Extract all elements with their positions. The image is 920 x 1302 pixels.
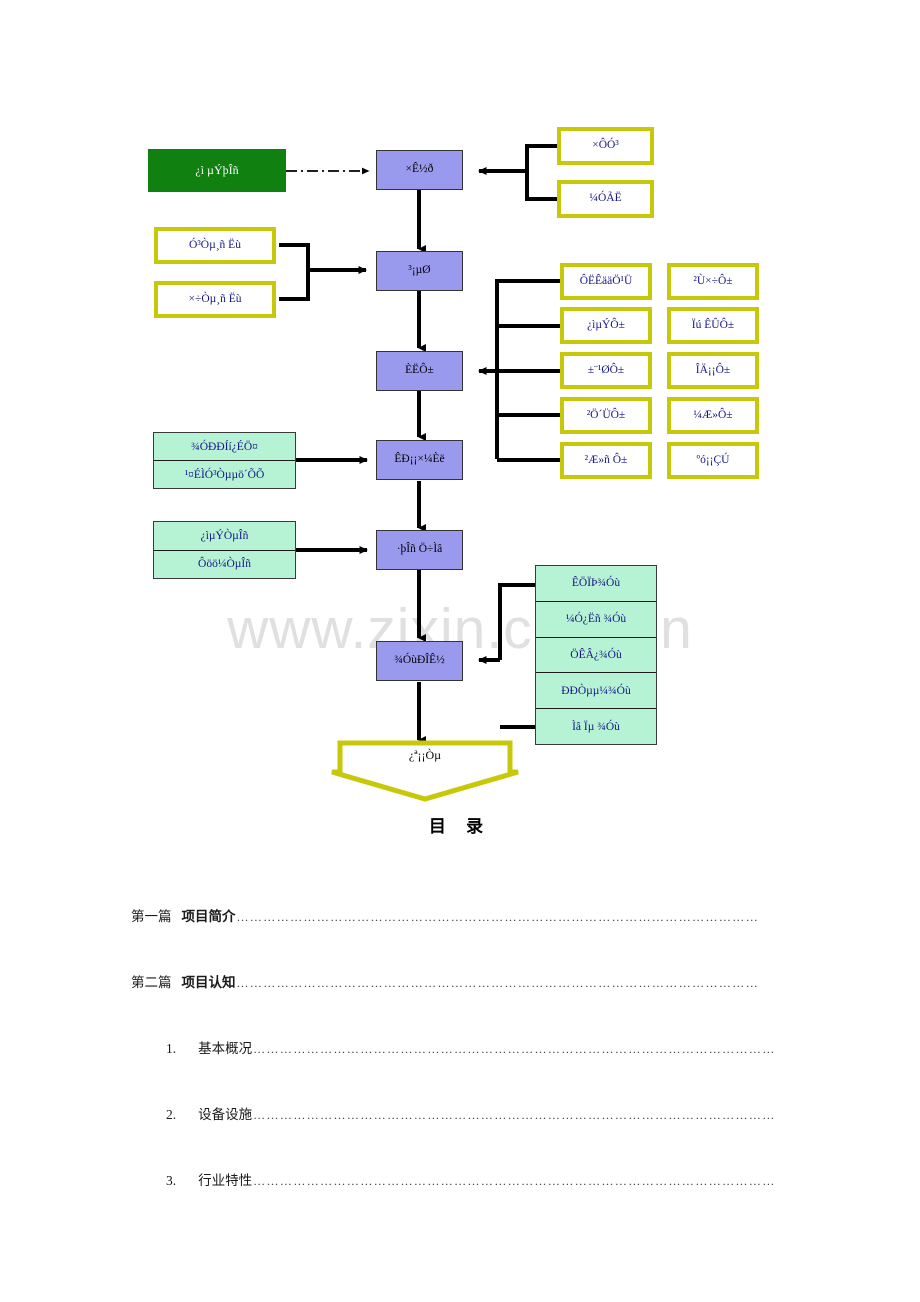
table-of-contents: 目 录 第一篇 项目简介 ………………………………………………………………………… xyxy=(0,812,920,1235)
flowchart-diagram: ¿ì µÝþÎñ ×Ê½ð ³¡µØ ÈËÔ± ÊÐ¡¡×¼Èë ·þÎñ Ö÷… xyxy=(0,0,920,810)
node-label: ×÷Òµ¸ñ Ëù xyxy=(188,292,242,305)
cell-label: ÖÊÂ¿¾­Óù xyxy=(570,648,622,661)
node-capital: ×Ê½ð xyxy=(376,150,463,190)
node-staff-role-2b: Ïú ÊÛÔ± xyxy=(667,307,759,344)
toc-leader-dots: ……………………………………………………………………………………………………… xyxy=(236,976,760,990)
node-label: Ïú ÊÛÔ± xyxy=(691,318,735,331)
group-cell: ¹¤ÉÌÓ³Òµµö´ÕÕ xyxy=(154,460,295,488)
cell-label: ¾ÓÐÐÍí¿ÉÖ¤ xyxy=(191,440,258,453)
node-staff-role-5a: ²Æ»ñ Ô± xyxy=(560,442,652,479)
group-cell: Ôöö¼ÒµÎñ xyxy=(154,549,295,579)
toc-entry-title: 项目认知 xyxy=(181,975,236,990)
group-cell: ÖÊÂ¿¾­Óù xyxy=(536,636,656,673)
cell-label: ¼Ó¿Ëñ ¾­Óù xyxy=(565,613,627,626)
toc-entry-item-2[interactable]: 2. 设备设施 ……………………………………………………………………………………… xyxy=(0,1103,920,1123)
cell-label: ÐÐÒµµ¼¾­Óù xyxy=(561,684,631,697)
toc-leader-dots: ……………………………………………………………………………………………………… xyxy=(253,1042,776,1056)
group-service-theme: ¿ìµÝÒµÎñ Ôöö¼ÒµÎñ xyxy=(153,521,296,579)
toc-entry-number: 第二篇 xyxy=(131,975,172,990)
node-personnel: ÈËÔ± xyxy=(376,351,463,391)
node-staff-role-4b: ¼Æ»Ô± xyxy=(667,397,759,434)
node-open-business: ¿ª¡¡Òµ xyxy=(330,740,520,802)
node-staff-role-3b: ÎÄ¡¡Ô± xyxy=(667,352,759,389)
group-cell: ¼Ó¿Ëñ ¾­Óù xyxy=(536,600,656,637)
node-label: ²Æ»ñ Ô± xyxy=(584,453,628,466)
node-market-access: ÊÐ¡¡×¼Èë xyxy=(376,440,463,480)
cell-label: ¹¤ÉÌÓ³Òµµö´ÕÕ xyxy=(184,468,265,481)
group-cell: ÊÖÏÞ¾­Óù xyxy=(536,566,656,601)
node-label: ¿ì µÝþÎñ xyxy=(195,162,239,177)
cell-label: Ôöö¼ÒµÎñ xyxy=(198,558,251,571)
node-label: ÊÐ¡¡×¼Èë xyxy=(394,453,445,466)
group-cell: ¿ìµÝÒµÎñ xyxy=(154,522,295,550)
node-label: ¼Æ»Ô± xyxy=(693,408,733,421)
toc-entry-number: 1. xyxy=(166,1041,177,1056)
toc-entry-title: 项目简介 xyxy=(181,909,236,924)
node-staff-role-3a: ±¨¹ØÔ± xyxy=(560,352,652,389)
group-cell: ÐÐÒµµ¼¾­Óù xyxy=(536,672,656,708)
toc-leader-dots: ……………………………………………………………………………………………………… xyxy=(253,1108,776,1122)
node-label: ¿ìµÝÔ± xyxy=(587,318,625,331)
node-label: ¾­ÓùÐÎÊ½ xyxy=(394,654,445,667)
node-label: ¿ª¡¡Òµ xyxy=(408,748,442,762)
node-label: ×Ê½ð xyxy=(405,163,434,176)
node-capital-input-1: ×ÔÓ³ xyxy=(557,127,654,165)
toc-entry-number: 3. xyxy=(166,1173,177,1188)
node-staff-role-1b: ²Ù×÷Ô± xyxy=(667,263,759,300)
cell-label: ¿ìµÝÒµÎñ xyxy=(200,529,249,542)
toc-entry-number: 2. xyxy=(166,1107,177,1122)
group-operation-modes: ÊÖÏÞ¾­Óù ¼Ó¿Ëñ ¾­Óù ÖÊÂ¿¾­Óù ÐÐÒµµ¼¾­Óù … xyxy=(535,565,657,745)
toc-entry-item-3[interactable]: 3. 行业特性 ……………………………………………………………………………………… xyxy=(0,1169,920,1189)
flowchart-connectors xyxy=(279,144,560,744)
node-capital-input-2: ¼ÓÃË xyxy=(557,180,654,218)
node-label: ³¡µØ xyxy=(408,264,431,277)
node-express-service: ¿ì µÝþÎñ xyxy=(148,149,286,192)
toc-entry-number: 第一篇 xyxy=(131,909,172,924)
node-service-theme: ·þÎñ Ö÷Ìâ xyxy=(376,530,463,570)
group-cell: ¾ÓÐÐÍí¿ÉÖ¤ xyxy=(154,433,295,460)
node-label: ²Ù×÷Ô± xyxy=(693,274,733,287)
toc-entry-title: 基本概况 xyxy=(198,1041,253,1056)
node-staff-role-2a: ¿ìµÝÔ± xyxy=(560,307,652,344)
toc-entry-title: 行业特性 xyxy=(198,1173,253,1188)
node-label: ¼ÓÃË xyxy=(589,192,622,205)
toc-entry-item-1[interactable]: 1. 基本概况 ……………………………………………………………………………………… xyxy=(0,1037,920,1057)
node-label: ×ÔÓ³ xyxy=(592,139,619,152)
node-operation-form: ¾­ÓùÐÎÊ½ xyxy=(376,641,463,681)
node-label: ·þÎñ Ö÷Ìâ xyxy=(396,543,443,556)
node-staff-role-4a: ²Ö´ÜÔ± xyxy=(560,397,652,434)
node-staff-role-5b: ºó¡¡ÇÚ xyxy=(667,442,759,479)
node-label: ±¨¹ØÔ± xyxy=(587,363,625,376)
node-label: ÈËÔ± xyxy=(405,364,434,377)
toc-leader-dots: ……………………………………………………………………………………………………… xyxy=(253,1174,776,1188)
group-market-access: ¾ÓÐÐÍí¿ÉÖ¤ ¹¤ÉÌÓ³Òµµö´ÕÕ xyxy=(153,432,296,489)
node-label: Ó³Òµ¸ñ Ëù xyxy=(189,238,241,251)
node-label: ºó¡¡ÇÚ xyxy=(696,453,730,466)
node-label: ÎÄ¡¡Ô± xyxy=(695,363,731,376)
toc-entry-title: 设备设施 xyxy=(198,1107,253,1122)
node-site-input-1: Ó³Òµ¸ñ Ëù xyxy=(154,227,276,264)
toc-entry-part-2[interactable]: 第二篇 项目认知 …………………………………………………………………………………… xyxy=(0,971,920,991)
toc-entry-part-1[interactable]: 第一篇 项目简介 …………………………………………………………………………………… xyxy=(0,905,920,925)
toc-leader-dots: ……………………………………………………………………………………………………… xyxy=(236,910,760,924)
cell-label: ÊÖÏÞ¾­Óù xyxy=(571,577,621,590)
cell-label: Ìâ Ïµ ¾­Óù xyxy=(572,720,620,733)
group-cell: Ìâ Ïµ ¾­Óù xyxy=(536,708,656,744)
node-site: ³¡µØ xyxy=(376,251,463,291)
node-staff-role-1a: ÔËÊääÖ¹Ü xyxy=(560,263,652,300)
node-label: ²Ö´ÜÔ± xyxy=(586,408,626,421)
node-label: ÔËÊääÖ¹Ü xyxy=(579,274,633,287)
node-site-input-2: ×÷Òµ¸ñ Ëù xyxy=(154,281,276,318)
toc-title: 目 录 xyxy=(428,817,492,836)
